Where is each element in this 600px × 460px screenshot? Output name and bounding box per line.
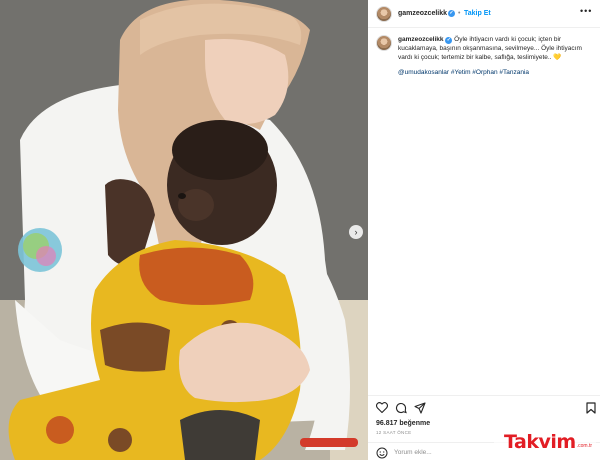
comment-icon[interactable] — [394, 401, 407, 414]
verified-badge-icon: ✓ — [448, 10, 455, 17]
share-icon[interactable] — [413, 401, 426, 414]
caption-text-1: Öyle ihtiyacın vardı ki çocuk; içten bir — [454, 36, 562, 43]
caption-line-3: vardı ki çocuk; tertemiz bir kalbe, safl… — [398, 53, 594, 62]
caption-avatar[interactable] — [376, 35, 392, 51]
post-header: gamzeozcelikk ✓ • Takip Et ••• — [368, 0, 600, 28]
caption-username[interactable]: gamzeozcelikk — [398, 36, 444, 43]
post-timestamp: 12 SAAT ÖNCE — [376, 430, 412, 435]
caption-verified-icon: ✓ — [445, 36, 453, 44]
avatar[interactable] — [376, 6, 392, 22]
caption-text-3: vardı ki çocuk; tertemiz bir kalbe, safl… — [398, 54, 552, 61]
caption: gamzeozcelikk ✓ Öyle ihtiyacın vardı ki … — [398, 35, 594, 62]
separator-dot: • — [458, 9, 461, 17]
likes-count[interactable]: 96.817 beğenme — [376, 420, 430, 427]
photo-illustration — [0, 0, 368, 460]
comment-input[interactable] — [394, 447, 504, 458]
watermark-logo-text: Takvim — [504, 431, 576, 453]
post-details-panel: gamzeozcelikk ✓ • Takip Et ••• gamzeozce… — [368, 0, 600, 460]
caption-text-2: kucaklamaya, başının okşanmasına, sevilm… — [398, 45, 582, 52]
caption-line-1: gamzeozcelikk ✓ Öyle ihtiyacın vardı ki … — [398, 35, 594, 44]
post-photo[interactable]: › — [0, 0, 368, 460]
follow-button[interactable]: Takip Et — [464, 10, 491, 17]
caption-tags[interactable]: @umudakosanlar #Yetim #Orphan #Tanzania — [398, 69, 529, 76]
carousel-next-button[interactable]: › — [349, 225, 363, 239]
heart-icon[interactable] — [375, 401, 388, 414]
chevron-right-icon: › — [354, 226, 358, 237]
yellow-heart-emoji: 💛 — [553, 54, 562, 61]
ellipsis-icon[interactable]: ••• — [580, 6, 592, 16]
watermark-suffix: .com.tr — [576, 443, 592, 449]
smiley-icon[interactable] — [375, 446, 388, 459]
bookmark-icon[interactable] — [584, 401, 597, 414]
takvim-watermark: Takvim .com.tr — [494, 431, 596, 453]
header-username[interactable]: gamzeozcelikk — [398, 10, 447, 17]
